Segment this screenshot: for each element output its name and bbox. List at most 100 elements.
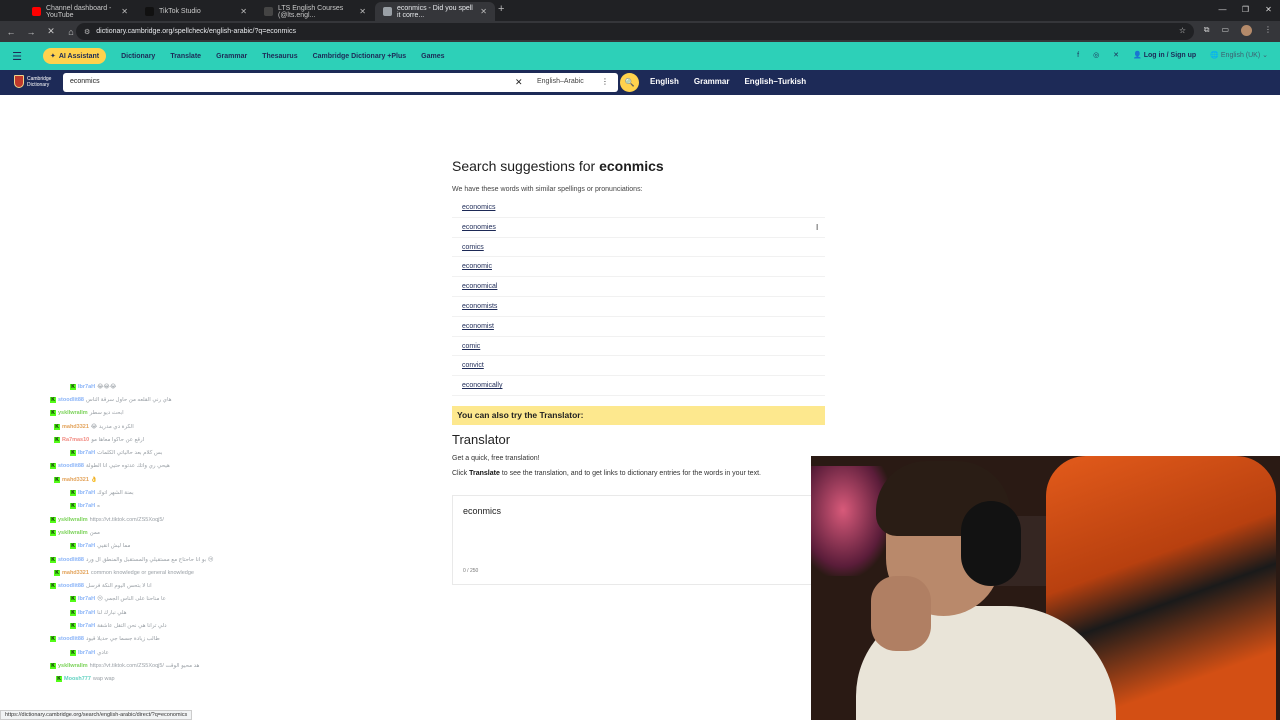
cambridge-logo[interactable]: Cambridge Dictionary: [14, 75, 51, 88]
chat-text: مما ليش انقيي: [97, 543, 131, 550]
back-icon[interactable]: ←: [2, 27, 20, 37]
kick-badge-icon: K: [70, 649, 76, 656]
chat-username: mahd3321: [62, 569, 89, 576]
bookmark-star-icon[interactable]: ☆: [1179, 26, 1186, 35]
browser-tab[interactable]: TikTok Studio ✕: [137, 2, 255, 21]
restore-icon[interactable]: ❐: [1234, 0, 1257, 21]
clear-search-icon[interactable]: ✕: [515, 77, 523, 88]
search-query: econmics: [70, 78, 100, 85]
kick-badge-icon: K: [54, 569, 60, 576]
translate-link[interactable]: Translate: [469, 470, 500, 477]
chat-text: انا لا بتحس اليوم النكة فرسل: [85, 583, 152, 590]
chat-username: stoodlit88: [58, 463, 84, 470]
headphones-icon: [961, 501, 1021, 586]
kick-badge-icon: K: [50, 556, 56, 563]
chat-username: Moosh777: [64, 676, 91, 683]
suggestion-link[interactable]: economically: [452, 376, 825, 396]
suggestion-link[interactable]: comics: [452, 238, 825, 258]
ai-assistant-button[interactable]: ✦ AI Assistant: [43, 48, 107, 64]
hamburger-menu-icon[interactable]: ☰: [0, 50, 34, 63]
translator-banner: You can also try the Translator:: [452, 405, 825, 425]
chat-username: Ibr7aH: [78, 383, 96, 390]
address-bar[interactable]: ⚙ dictionary.cambridge.org/spellcheck/en…: [76, 23, 1194, 40]
browser-tab[interactable]: LTS English Courses (@lts.engl... ✕: [256, 2, 374, 21]
nav-link-plus[interactable]: Cambridge Dictionary +Plus: [313, 53, 407, 60]
chat-username: Ibr7aH: [78, 609, 96, 616]
kick-badge-icon: K: [70, 503, 76, 510]
reload-icon[interactable]: ✕: [42, 26, 60, 37]
shield-icon: [14, 75, 24, 88]
chat-text: هيحي ري واتك عدتوه حتيي انا الطولة: [85, 463, 170, 470]
suggestion-link[interactable]: economics: [452, 198, 825, 218]
suggestion-link[interactable]: economist: [452, 317, 825, 337]
nav-link-translate[interactable]: Translate: [170, 53, 201, 60]
suggestion-link[interactable]: economists: [452, 297, 825, 317]
kick-badge-icon: K: [70, 596, 76, 603]
chat-message: K Ibr7aH عادي: [50, 646, 350, 659]
chat-message: KyskIlwrallm ابحث ديو سطر: [50, 407, 350, 420]
language-selector[interactable]: 🌐 English (UK) ⌄: [1210, 51, 1268, 59]
suggestion-link[interactable]: economies: [452, 218, 825, 238]
extensions-icon[interactable]: ⧉: [1204, 25, 1210, 36]
instagram-icon[interactable]: ◎: [1093, 51, 1099, 59]
browser-tab[interactable]: econmics - Did you spell it corre... ✕: [375, 2, 495, 21]
dictionary-selector[interactable]: English–Arabic: [537, 78, 584, 85]
close-tab-icon[interactable]: ✕: [480, 7, 487, 16]
tab-english[interactable]: English: [650, 77, 679, 86]
new-tab-button[interactable]: +: [498, 3, 504, 15]
close-tab-icon[interactable]: ✕: [359, 7, 366, 16]
kick-badge-icon: K: [70, 622, 76, 629]
suggestion-list: economics economies comics economic economic…: [452, 198, 825, 396]
nav-link-thesaurus[interactable]: Thesaurus: [262, 53, 297, 60]
chat-username: Ibr7aH: [78, 649, 96, 656]
login-link[interactable]: 👤 Log in / Sign up: [1133, 51, 1196, 59]
site-info-icon[interactable]: ⚙: [84, 28, 90, 36]
translator-description: Get a quick, free translation!: [452, 454, 540, 462]
search-input[interactable]: econmics ✕ English–Arabic ⋮: [63, 73, 618, 92]
kick-badge-icon: K: [50, 583, 56, 590]
browser-tab[interactable]: Channel dashboard - YouTube ✕: [24, 2, 136, 21]
more-options-icon[interactable]: ⋮: [601, 77, 609, 86]
suggestion-link[interactable]: economic: [452, 257, 825, 278]
screen: Channel dashboard - YouTube ✕ TikTok Studi…: [0, 0, 1280, 720]
tab-grammar[interactable]: Grammar: [694, 77, 730, 86]
kick-badge-icon: K: [50, 516, 56, 523]
globe-icon: 🌐: [1210, 52, 1219, 59]
chat-text: بس كلام بعد حالياتي الكلمات: [97, 450, 163, 457]
profile-avatar[interactable]: [1241, 25, 1252, 36]
translator-textarea[interactable]: econmics 0 / 250: [452, 494, 812, 585]
close-tab-icon[interactable]: ✕: [121, 7, 128, 16]
chat-text: 😂😂😂: [97, 383, 117, 390]
minimize-icon[interactable]: —: [1211, 0, 1234, 21]
kick-badge-icon: K: [70, 383, 76, 390]
nav-link-grammar[interactable]: Grammar: [216, 53, 247, 60]
chat-username: Ibr7aH: [78, 543, 96, 550]
suggestion-link[interactable]: economical: [452, 277, 825, 297]
nav-link-games[interactable]: Games: [421, 53, 444, 60]
chat-text: 😂 الكرة دي مدريد: [90, 423, 134, 430]
tab-favicon-icon: [32, 7, 41, 16]
kick-badge-icon: K: [50, 396, 56, 403]
char-counter: 0 / 250: [463, 567, 479, 574]
x-icon[interactable]: ✕: [1113, 51, 1119, 59]
tab-english-turkish[interactable]: English–Turkish: [744, 77, 806, 86]
menu-icon[interactable]: ⋮: [1264, 25, 1272, 36]
chat-text: بمنة الشهر اتوك: [97, 490, 134, 497]
search-button[interactable]: 🔍: [620, 73, 639, 92]
suggestion-link[interactable]: comic: [452, 337, 825, 357]
forward-icon[interactable]: →: [22, 27, 40, 37]
cast-icon[interactable]: ▭: [1221, 25, 1229, 36]
close-window-icon[interactable]: ✕: [1257, 0, 1280, 21]
close-tab-icon[interactable]: ✕: [240, 7, 247, 16]
suggestion-link[interactable]: convict: [452, 356, 825, 377]
tab-favicon-icon: [383, 7, 392, 16]
tab-title: TikTok Studio: [159, 8, 201, 15]
chat-username: yskIlwrallm: [58, 410, 88, 417]
chat-text: wap wap: [92, 676, 115, 683]
facebook-icon[interactable]: f: [1077, 52, 1079, 59]
nav-right: f ◎ ✕ 👤 Log in / Sign up 🌐 English (UK) …: [1077, 51, 1268, 60]
chat-message: Kmahd3321 common knowledge or general kno…: [50, 566, 350, 579]
chat-message: K Ibr7aH بمنة الشهر اتوك: [50, 486, 350, 499]
chat-text: هلي نبارك لنا: [97, 609, 127, 616]
nav-link-dictionary[interactable]: Dictionary: [121, 53, 155, 60]
